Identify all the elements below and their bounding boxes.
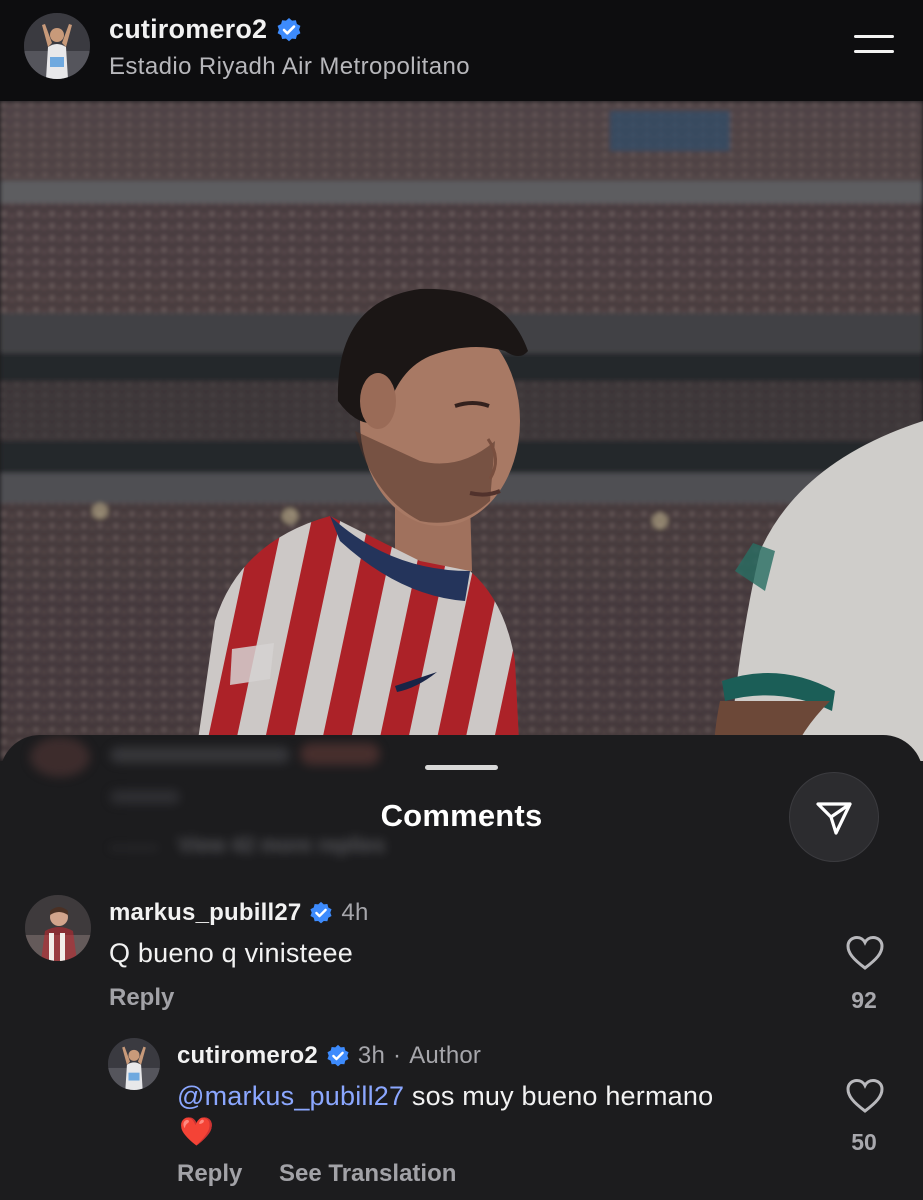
heart-icon xyxy=(846,935,884,970)
like-button[interactable] xyxy=(845,1078,885,1114)
comment-time: 4h xyxy=(341,899,369,926)
reply-button[interactable]: Reply xyxy=(177,1160,242,1188)
comment-text: Q bueno q vinisteee xyxy=(109,938,353,968)
post-header: cutiromero2 Estadio Riyadh Air Metropoli… xyxy=(0,0,923,101)
reply-text: @markus_pubill27 sos muy bueno hermano xyxy=(177,1081,713,1112)
author-username[interactable]: cutiromero2 xyxy=(109,14,302,45)
like-count: 92 xyxy=(851,987,877,1013)
reply-text-body: sos muy bueno hermano xyxy=(404,1081,714,1111)
post-image xyxy=(0,101,923,761)
post-photo[interactable] xyxy=(0,101,923,761)
verified-badge-icon xyxy=(327,1044,349,1067)
view-more-replies-obscured: View 42 more replies xyxy=(178,834,386,857)
reply-time: 3h xyxy=(357,1042,386,1069)
sheet-title: Comments xyxy=(380,798,543,833)
author-username-text[interactable]: cutiromero2 xyxy=(109,14,267,45)
post-location[interactable]: Estadio Riyadh Air Metropolitano xyxy=(109,53,470,81)
like-count: 50 xyxy=(851,1129,877,1155)
author-badge: Author xyxy=(409,1042,482,1069)
see-translation-button[interactable]: See Translation xyxy=(279,1160,456,1188)
heart-icon xyxy=(846,1078,884,1113)
send-icon xyxy=(816,802,852,835)
reply-header: cutiromero2 3h · Author xyxy=(177,1042,481,1070)
comment-username[interactable]: markus_pubill27 xyxy=(109,899,301,927)
share-button[interactable] xyxy=(789,772,879,862)
verified-badge-icon xyxy=(310,901,332,924)
sheet-grabber[interactable] xyxy=(425,765,498,770)
reply-mention-link[interactable]: @markus_pubill27 xyxy=(177,1081,404,1111)
comment-header: markus_pubill27 4h xyxy=(109,899,369,927)
author-avatar[interactable] xyxy=(24,13,90,79)
reply-separator: · xyxy=(393,1042,402,1069)
reply-author-avatar[interactable] xyxy=(108,1038,160,1090)
menu-icon[interactable] xyxy=(846,30,900,60)
verified-badge-icon xyxy=(277,17,301,41)
reply-username[interactable]: cutiromero2 xyxy=(177,1042,318,1070)
reply-emoji: ❤️ xyxy=(179,1116,215,1147)
commenter-avatar[interactable] xyxy=(25,895,91,961)
comments-sheet: View 42 more replies Comments markus_pub… xyxy=(0,735,923,1200)
like-button[interactable] xyxy=(845,935,885,971)
reply-button[interactable]: Reply xyxy=(109,984,174,1012)
